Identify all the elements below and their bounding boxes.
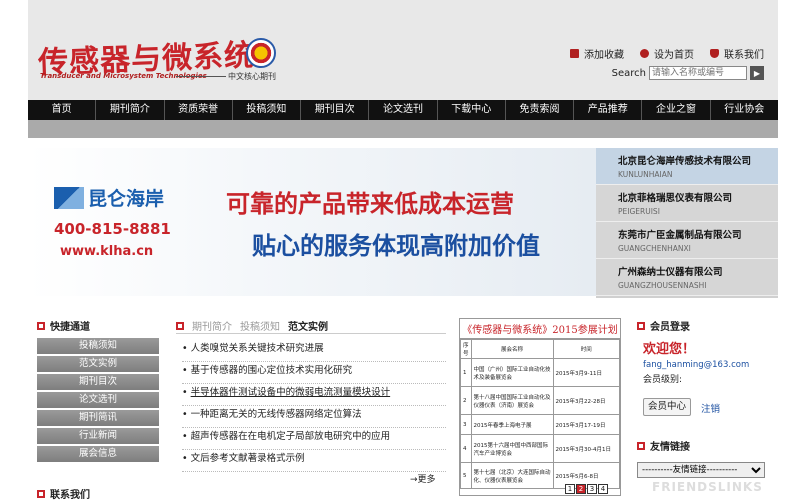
nav-honors[interactable]: 资质荣誉 <box>165 100 233 120</box>
square-bullet-icon <box>637 321 645 330</box>
friendslinks-watermark: FRIENDSLINKS <box>652 480 763 494</box>
contact-us-link[interactable]: 联系我们 <box>710 46 764 61</box>
nav-contents[interactable]: 期刊目次 <box>301 100 370 120</box>
table-row: 4 2015第十六届中国中西部国际汽车产业博览会 2015年3月30-4月1日 <box>460 434 620 463</box>
core-journal-emblem-icon <box>246 38 276 68</box>
content-tabs: 期刊简介 投稿须知 范文实例 <box>176 318 328 333</box>
square-bullet-icon <box>176 321 184 330</box>
nav-products[interactable]: 产品推荐 <box>574 100 643 120</box>
tab-journal-intro[interactable]: 期刊简介 <box>192 318 232 333</box>
ad-banner[interactable]: 昆仑海岸 400-815-8881 www.klha.cn 可靠的产品带来低成本… <box>28 148 596 296</box>
list-item[interactable]: • 超声传感器在在电机定子局部放电研究中的应用 <box>182 428 446 450</box>
bookmark-icon <box>570 49 579 58</box>
quick-access-heading: 快捷通道 <box>37 318 90 333</box>
set-homepage-link[interactable]: 设为首页 <box>640 46 694 61</box>
table-row: 3 2015年春季上海电子展 2015年3月17-19日 <box>460 414 620 435</box>
quick-item-news[interactable]: 行业新闻 <box>37 428 159 444</box>
article-list: • 人类嗅觉关系关键技术研究进展 • 基于传感器的围心定位技术实用化研究 • 半… <box>182 340 446 472</box>
nav-home[interactable]: 首页 <box>28 100 97 120</box>
tab-submission[interactable]: 投稿须知 <box>240 318 280 333</box>
phone-icon <box>710 49 719 58</box>
friend-links-select[interactable]: ----------友情链接---------- <box>637 462 765 478</box>
page-button[interactable]: 4 <box>598 484 608 494</box>
page-button[interactable]: 3 <box>587 484 597 494</box>
welcome-text: 欢迎您！ <box>643 342 696 357</box>
exhibition-title: 《传感器与微系统》2015参展计划 <box>460 319 620 339</box>
nav-papers[interactable]: 论文选刊 <box>369 100 438 120</box>
company-item[interactable]: 北京菲格瑞思仪表有限公司 PEIGERUISI <box>596 185 778 222</box>
square-bullet-icon <box>37 489 45 498</box>
quick-item-papers[interactable]: 论文选刊 <box>37 392 159 408</box>
exhibition-plan: 《传感器与微系统》2015参展计划 序号 展会名称 时间 1 中国（广州）国际工… <box>459 318 621 496</box>
sub-nav-bar <box>28 120 778 138</box>
quick-item-submission[interactable]: 投稿须知 <box>37 338 159 354</box>
exhibition-table: 序号 展会名称 时间 1 中国（广州）国际工业自动化技术及装备展览会 2015年… <box>460 339 620 489</box>
quick-item-sample[interactable]: 范文实例 <box>37 356 159 372</box>
member-level: 会员级别: <box>643 375 683 385</box>
quick-item-brief[interactable]: 期刊简讯 <box>37 410 159 426</box>
header-links: 添加收藏 设为首页 联系我们 <box>570 46 764 61</box>
search-label: Search <box>611 67 646 79</box>
nav-submission[interactable]: 投稿须知 <box>233 100 302 120</box>
logo-divider <box>176 76 226 77</box>
banner-url: www.klha.cn <box>60 244 154 259</box>
logout-link[interactable]: 注销 <box>701 401 720 415</box>
tab-sample[interactable]: 范文实例 <box>288 318 328 333</box>
list-item[interactable]: • 半导体器件测试设备中的微弱电流测量模块设计 <box>182 384 446 406</box>
nav-enterprise[interactable]: 企业之窗 <box>642 100 711 120</box>
contact-heading: 联系我们 <box>37 486 90 501</box>
table-row: 1 中国（广州）国际工业自动化技术及装备展览会 2015年3月9-11日 <box>460 358 620 387</box>
banner-slogan-2: 贴心的服务体现高附加价值 <box>252 232 540 260</box>
logo-subtitle: 中文核心期刊 <box>228 72 276 81</box>
list-item[interactable]: • 人类嗅觉关系关键技术研究进展 <box>182 340 446 362</box>
search-bar: Search ▶ <box>612 66 764 80</box>
banner-phone: 400-815-8881 <box>54 220 171 238</box>
company-list: 北京昆仑海岸传感技术有限公司 KUNLUNHAIAN 北京菲格瑞思仪表有限公司 … <box>596 148 778 298</box>
company-item[interactable]: 北京昆仑海岸传感技术有限公司 KUNLUNHAIAN <box>596 148 778 185</box>
more-link[interactable]: →更多 <box>410 472 436 485</box>
quick-access-menu: 投稿须知 范文实例 期刊目次 论文选刊 期刊简讯 行业新闻 展会信息 <box>37 338 159 464</box>
list-item[interactable]: • 文后参考文献著录格式示例 <box>182 450 446 472</box>
klha-mark-icon <box>54 186 84 209</box>
friend-links-heading: 友情链接 <box>637 438 690 453</box>
tab-divider <box>176 333 446 334</box>
user-email: fang_hanming@163.com <box>643 360 750 370</box>
page-button[interactable]: 1 <box>565 484 575 494</box>
list-item[interactable]: • 一种距离无关的无线传感器网络定位算法 <box>182 406 446 428</box>
add-favorite-link[interactable]: 添加收藏 <box>570 46 624 61</box>
nav-downloads[interactable]: 下载中心 <box>438 100 506 120</box>
nav-request[interactable]: 免责索阅 <box>506 100 575 120</box>
home-icon <box>640 49 649 58</box>
list-item[interactable]: • 基于传感器的围心定位技术实用化研究 <box>182 362 446 384</box>
square-bullet-icon <box>37 321 45 330</box>
company-item[interactable]: 广州森纳士仪器有限公司 GUANGZHOUSENNASHI <box>596 259 778 296</box>
company-item[interactable]: 东莞市广臣金属制品有限公司 GUANGCHENHANXI <box>596 222 778 259</box>
square-bullet-icon <box>637 441 645 450</box>
klha-logo: 昆仑海岸 <box>54 184 164 211</box>
member-center-button[interactable]: 会员中心 <box>643 398 691 416</box>
quick-item-contents[interactable]: 期刊目次 <box>37 374 159 390</box>
search-input[interactable] <box>649 66 747 80</box>
member-login-heading: 会员登录 <box>637 318 690 333</box>
main-nav: 首页 期刊简介 资质荣誉 投稿须知 期刊目次 论文选刊 下载中心 免责索阅 产品… <box>28 100 778 120</box>
exhibition-pager: 1 2 3 4 <box>565 484 608 494</box>
klha-brand: 昆仑海岸 <box>88 188 165 210</box>
page-button[interactable]: 2 <box>576 484 586 494</box>
quick-item-exhibition[interactable]: 展会信息 <box>37 446 159 462</box>
banner-slogan-1: 可靠的产品带来低成本运营 <box>226 190 514 218</box>
search-button[interactable]: ▶ <box>750 66 764 80</box>
table-row: 2 第十八届中国国际工业自动化及仪器仪表（济南）展览会 2015年3月22-28… <box>460 386 620 415</box>
table-header-row: 序号 展会名称 时间 <box>460 339 620 359</box>
nav-journal-intro[interactable]: 期刊简介 <box>96 100 165 120</box>
header: 传感器与微系统 Transducer and Microsystem Techn… <box>28 0 778 100</box>
nav-association[interactable]: 行业协会 <box>711 100 778 120</box>
